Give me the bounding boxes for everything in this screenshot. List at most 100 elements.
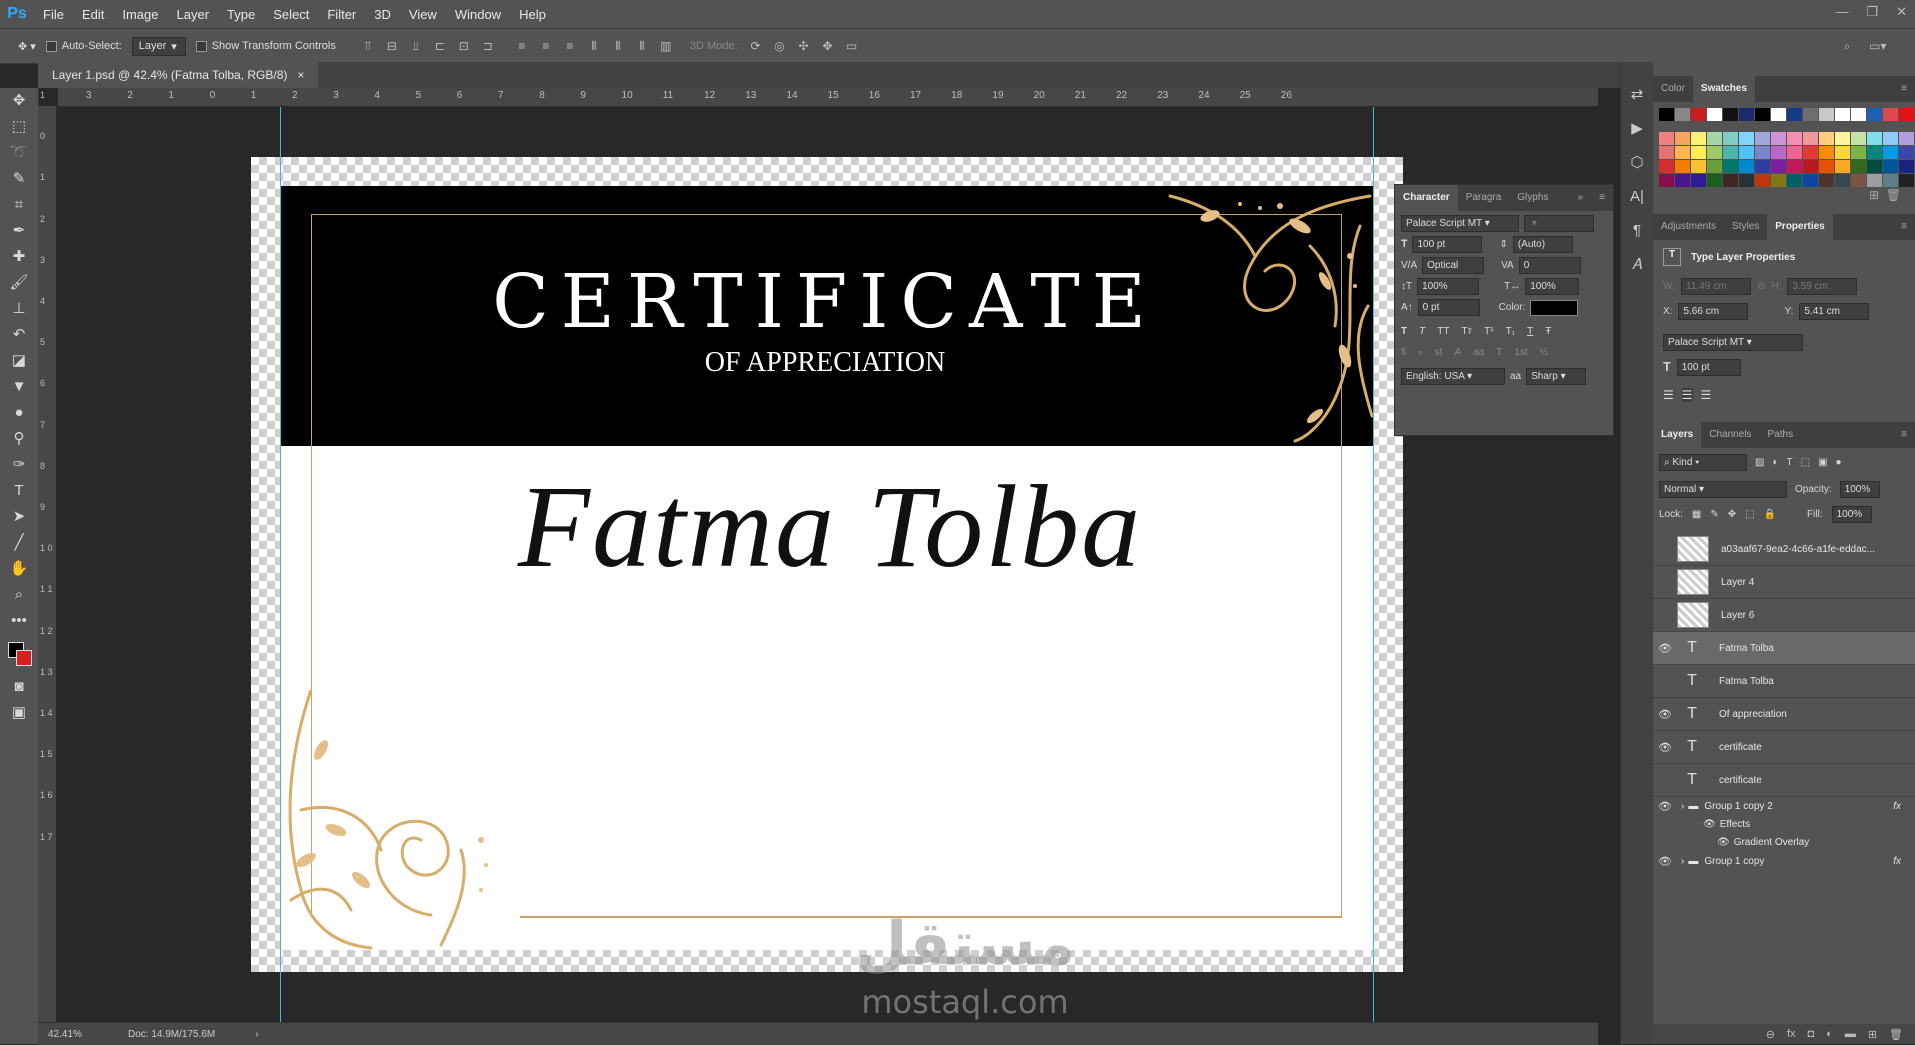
new-swatch-icon[interactable]: ⊞ bbox=[1869, 188, 1879, 202]
swatch[interactable] bbox=[1739, 132, 1754, 145]
swatch[interactable] bbox=[1723, 146, 1738, 159]
history-panel-icon[interactable]: ⇄ bbox=[1621, 78, 1653, 112]
path-select-icon[interactable]: ➤ bbox=[0, 504, 38, 530]
screen-mode-icon[interactable]: ▣ bbox=[0, 700, 38, 726]
swatch[interactable] bbox=[1819, 160, 1834, 173]
eyedropper-tool-icon[interactable]: ✒ bbox=[0, 218, 38, 244]
swatch[interactable] bbox=[1851, 108, 1866, 121]
fx-icon[interactable]: fx bbox=[1893, 856, 1901, 867]
tab-layers[interactable]: Layers bbox=[1653, 422, 1702, 448]
lock-transparent-icon[interactable]: ▦ bbox=[1692, 509, 1701, 520]
subscript-button[interactable]: T₁ bbox=[1506, 326, 1515, 337]
distribute-left-icon[interactable]: ⦀ bbox=[586, 39, 602, 53]
align-right-text-icon[interactable]: ☰ bbox=[1701, 388, 1712, 402]
swatch[interactable] bbox=[1723, 174, 1738, 187]
align-bottom-icon[interactable]: ⫫ bbox=[408, 39, 424, 53]
swatch[interactable] bbox=[1883, 132, 1898, 145]
restore-button[interactable]: ❐ bbox=[1866, 4, 1878, 20]
lock-all-icon[interactable]: 🔒 bbox=[1764, 509, 1776, 520]
swatch[interactable] bbox=[1659, 132, 1674, 145]
eraser-tool-icon[interactable]: ◪ bbox=[0, 348, 38, 374]
ordinals-button[interactable]: 1st bbox=[1514, 347, 1527, 358]
move-tool-preset-icon[interactable]: ✥ ▾ bbox=[18, 40, 36, 53]
layer-row[interactable]: 👁 T Fatma Tolba bbox=[1653, 632, 1915, 665]
new-layer-icon[interactable]: ⊞ bbox=[1868, 1028, 1877, 1041]
filter-shape-icon[interactable]: ⬚ bbox=[1801, 457, 1810, 468]
baseline-shift-input[interactable]: 0 pt bbox=[1417, 299, 1480, 316]
swatch[interactable] bbox=[1803, 160, 1818, 173]
swatch[interactable] bbox=[1771, 132, 1786, 145]
strikethrough-button[interactable]: Ŧ bbox=[1545, 326, 1551, 337]
more-tools-icon[interactable]: ••• bbox=[0, 608, 38, 634]
character-styles-icon[interactable]: 𝐴 bbox=[1621, 248, 1653, 282]
font-size-input[interactable]: 100 pt bbox=[1412, 236, 1483, 253]
swatch[interactable] bbox=[1723, 160, 1738, 173]
stylistic-alternates-button[interactable]: aa bbox=[1473, 347, 1484, 358]
eye-icon[interactable]: 👁 bbox=[1653, 642, 1677, 655]
swatch[interactable] bbox=[1867, 108, 1882, 121]
layer-row[interactable]: T Fatma Tolba bbox=[1653, 665, 1915, 698]
filter-smart-icon[interactable]: ▣ bbox=[1818, 457, 1827, 468]
add-style-icon[interactable]: fx bbox=[1787, 1028, 1796, 1040]
swatch[interactable] bbox=[1899, 132, 1914, 145]
swatch[interactable] bbox=[1707, 160, 1722, 173]
3d-panel-icon[interactable]: ⬡ bbox=[1621, 146, 1653, 180]
panel-menu-icon[interactable]: ≡ bbox=[1893, 422, 1915, 448]
close-tab-icon[interactable]: × bbox=[297, 62, 304, 88]
filter-adjustment-icon[interactable]: ◐ bbox=[1772, 457, 1778, 468]
swatch[interactable] bbox=[1771, 160, 1786, 173]
move-tool-icon[interactable]: ✥ bbox=[0, 88, 38, 114]
vertical-scale-input[interactable]: 100% bbox=[1417, 278, 1480, 295]
swatch[interactable] bbox=[1787, 174, 1802, 187]
menu-view[interactable]: View bbox=[400, 7, 446, 22]
auto-align-icon[interactable]: ▥ bbox=[658, 39, 674, 53]
layer-row[interactable]: Layer 4 bbox=[1653, 566, 1915, 599]
menu-filter[interactable]: Filter bbox=[318, 7, 365, 22]
expand-arrow-icon[interactable]: › bbox=[1681, 801, 1684, 812]
brush-tool-icon[interactable]: 🖌 bbox=[0, 270, 38, 296]
marquee-tool-icon[interactable]: ⬚ bbox=[0, 114, 38, 140]
swatch[interactable] bbox=[1899, 174, 1914, 187]
layer-row[interactable]: 👁 T Of appreciation bbox=[1653, 698, 1915, 731]
line-tool-icon[interactable]: ╱ bbox=[0, 530, 38, 556]
font-style-select[interactable]: ▾ bbox=[1524, 215, 1594, 232]
faux-bold-button[interactable]: T bbox=[1401, 326, 1407, 337]
paint-bucket-icon[interactable]: ▼ bbox=[0, 374, 38, 400]
menu-3d[interactable]: 3D bbox=[365, 7, 400, 22]
swatch[interactable] bbox=[1659, 160, 1674, 173]
menu-layer[interactable]: Layer bbox=[168, 7, 219, 22]
swatch[interactable] bbox=[1787, 132, 1802, 145]
panel-menu-icon[interactable]: ≡ bbox=[1893, 214, 1915, 240]
tab-glyphs[interactable]: Glyphs bbox=[1509, 185, 1556, 211]
guide-line-left[interactable] bbox=[280, 107, 281, 1022]
swatch[interactable] bbox=[1851, 132, 1866, 145]
guide-line-right[interactable] bbox=[1373, 107, 1374, 1022]
crop-tool-icon[interactable]: ⌗ bbox=[0, 192, 38, 218]
swatch[interactable] bbox=[1819, 132, 1834, 145]
close-button[interactable]: ✕ bbox=[1896, 4, 1907, 20]
background-color[interactable] bbox=[16, 650, 32, 666]
layer-row[interactable]: Tcertificate bbox=[1653, 764, 1915, 797]
lock-position-icon[interactable]: ✥ bbox=[1728, 509, 1736, 520]
tab-swatches[interactable]: Swatches bbox=[1692, 76, 1756, 102]
effects-row[interactable]: 👁 Effects bbox=[1653, 815, 1915, 833]
y-input[interactable]: 5.41 cm bbox=[1799, 303, 1870, 320]
pen-tool-icon[interactable]: ✑ bbox=[0, 452, 38, 478]
eye-icon[interactable]: 👁 bbox=[1653, 741, 1677, 754]
swatch[interactable] bbox=[1675, 146, 1690, 159]
swatch[interactable] bbox=[1787, 108, 1802, 121]
filter-toggle-icon[interactable]: ● bbox=[1836, 457, 1842, 468]
3d-slide-icon[interactable]: ✥ bbox=[820, 39, 836, 53]
zoom-level[interactable]: 42.41% bbox=[48, 1029, 108, 1040]
distribute-right-icon[interactable]: ⦀ bbox=[634, 39, 650, 53]
text-color-swatch[interactable] bbox=[1530, 299, 1579, 316]
actions-panel-icon[interactable]: ▶ bbox=[1621, 112, 1653, 146]
tab-channels[interactable]: Channels bbox=[1701, 422, 1759, 448]
swatch[interactable] bbox=[1691, 160, 1706, 173]
language-select[interactable]: English: USA ▾ bbox=[1401, 368, 1505, 385]
layer-row[interactable]: 👁 Tcertificate bbox=[1653, 731, 1915, 764]
menu-image[interactable]: Image bbox=[113, 7, 167, 22]
swatch[interactable] bbox=[1723, 108, 1738, 121]
quick-mask-icon[interactable]: ◙ bbox=[0, 674, 38, 700]
swatch[interactable] bbox=[1739, 160, 1754, 173]
